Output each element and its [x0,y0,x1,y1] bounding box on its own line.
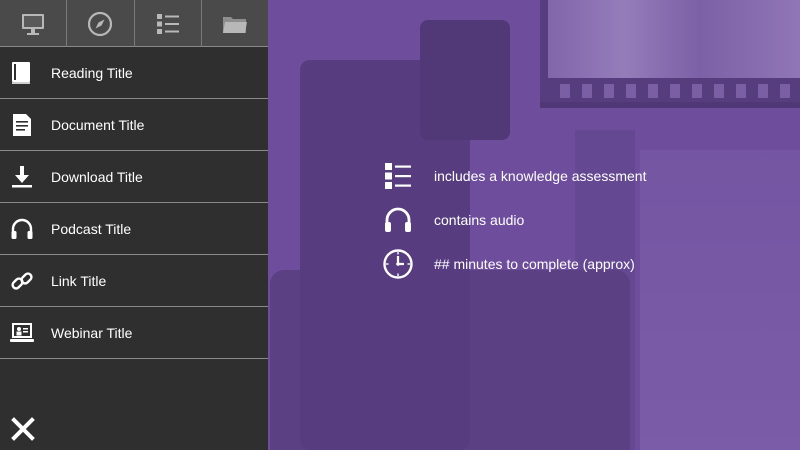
menu-item-podcast[interactable]: Podcast Title [0,203,268,255]
monitor-icon [22,13,45,35]
legend-row-audio: contains audio [380,198,646,242]
menu-item-reading[interactable]: Reading Title [0,47,268,99]
menu-item-webinar[interactable]: Webinar Title [0,307,268,359]
menu-item-download[interactable]: Download Title [0,151,268,203]
link-icon [0,268,44,294]
menu-item-label: Webinar Title [51,324,133,341]
legend-row-duration: ## minutes to complete (approx) [380,242,646,286]
folder-icon [222,16,247,33]
headphones-icon [0,216,44,242]
list-icon [380,158,416,194]
list-icon [156,13,179,34]
sidebar: Reading Title Document Title Download Ti… [0,0,268,450]
tab-list[interactable] [135,0,202,47]
close-icon [11,417,35,441]
legend-row-assessment: includes a knowledge assessment [380,154,646,198]
menu-item-label: Link Title [51,272,107,289]
clock-icon [380,246,416,282]
tab-monitor[interactable] [0,0,68,47]
menu-item-document[interactable]: Document Title [0,99,268,151]
download-icon [0,164,44,190]
tab-compass[interactable] [67,0,135,47]
book-icon [0,60,44,86]
webinar-icon [0,320,44,346]
close-button[interactable] [10,416,36,442]
legend-text: ## minutes to complete (approx) [434,256,635,272]
legend-text: includes a knowledge assessment [434,168,647,184]
menu-item-link[interactable]: Link Title [0,255,268,307]
tab-bar [0,0,268,47]
legend-text: contains audio [434,212,525,228]
tab-folder[interactable] [202,0,268,47]
headphones-icon [380,202,416,238]
compass-icon [88,11,113,36]
menu-item-label: Podcast Title [51,220,132,237]
menu-item-label: Reading Title [51,64,133,81]
content-menu: Reading Title Document Title Download Ti… [0,47,268,359]
menu-item-label: Document Title [51,116,145,133]
document-icon [0,112,44,138]
icon-legend: includes a knowledge assessment contains… [380,154,646,286]
menu-item-label: Download Title [51,168,143,185]
